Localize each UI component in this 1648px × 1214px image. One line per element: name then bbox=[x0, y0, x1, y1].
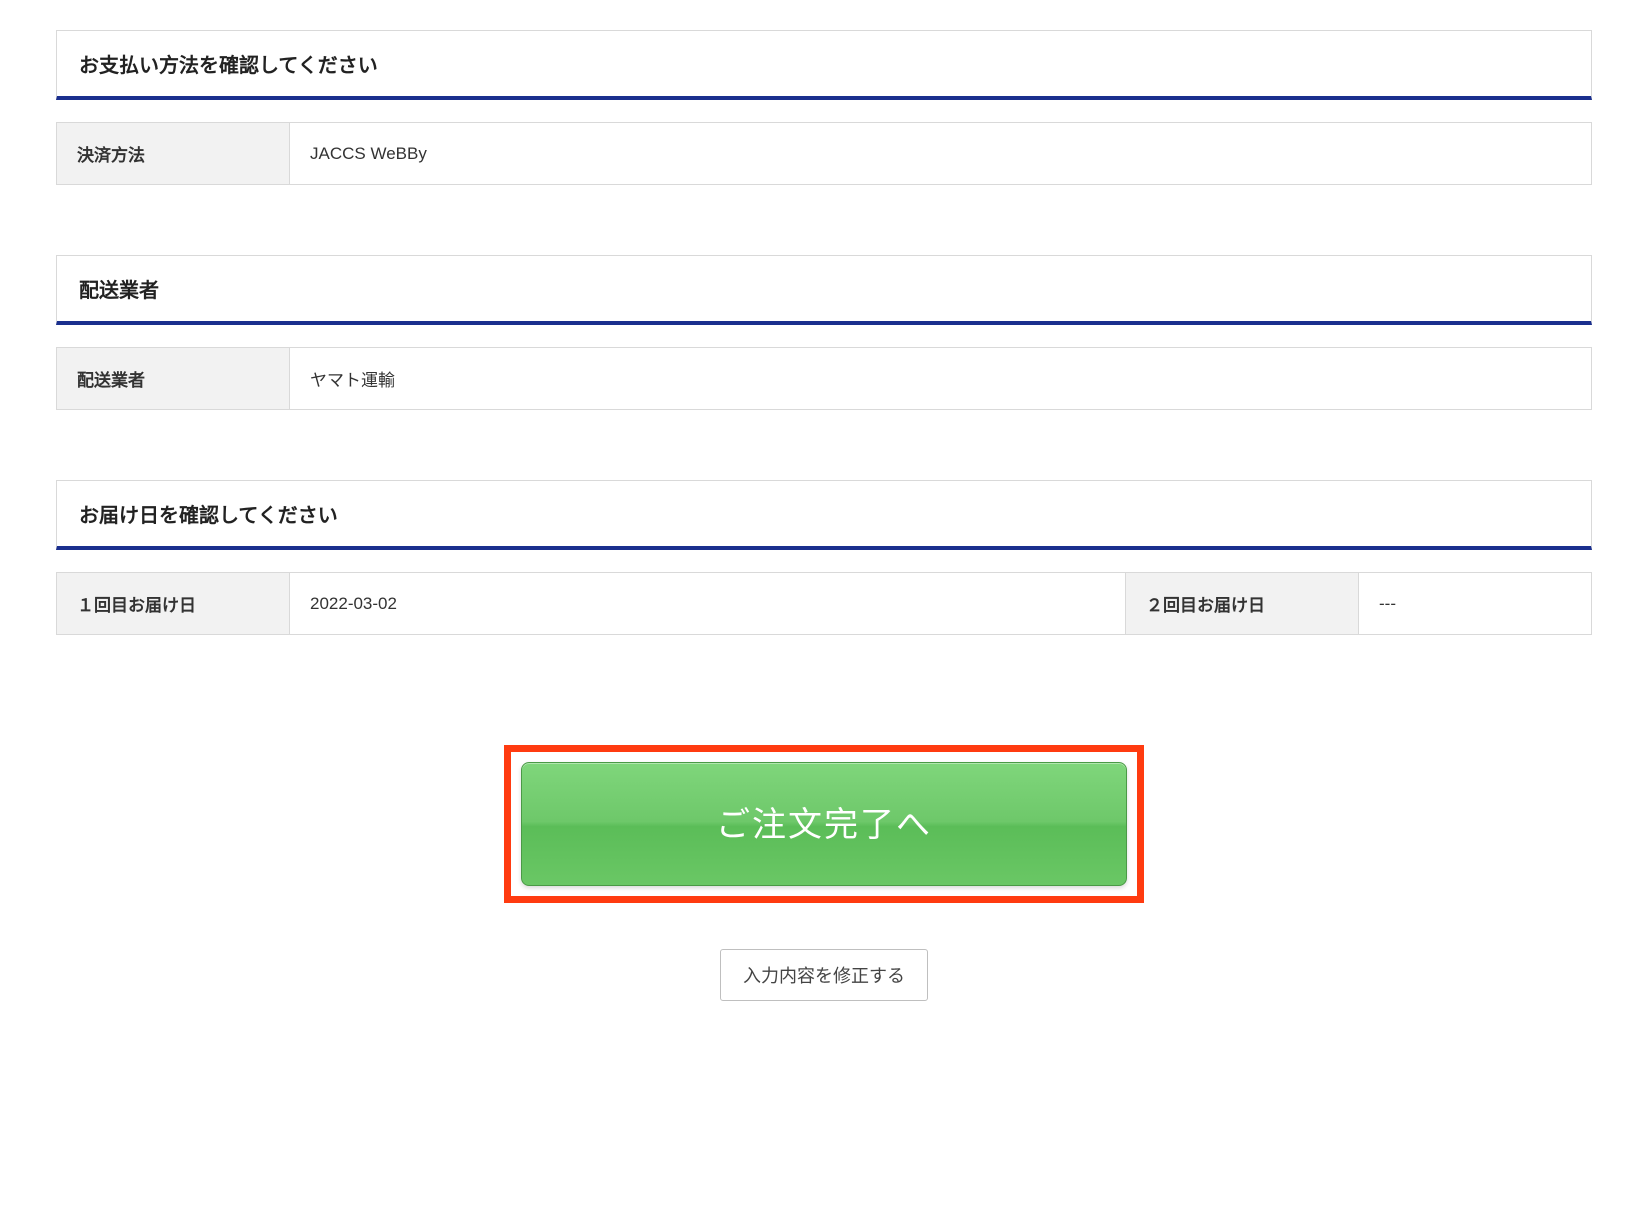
spacer bbox=[56, 185, 1592, 255]
payment-section-header: お支払い方法を確認してください bbox=[56, 30, 1592, 100]
payment-method-label: 決済方法 bbox=[57, 123, 290, 185]
primary-button-highlight: ご注文完了へ bbox=[504, 745, 1144, 903]
spacer bbox=[56, 550, 1592, 572]
spacer bbox=[56, 325, 1592, 347]
carrier-table: 配送業者 ヤマト運輸 bbox=[56, 347, 1592, 410]
carrier-value: ヤマト運輸 bbox=[290, 348, 1592, 410]
secondary-button-wrap: 入力内容を修正する bbox=[56, 949, 1592, 1001]
second-delivery-label: ２回目お届け日 bbox=[1126, 573, 1359, 635]
edit-input-button[interactable]: 入力内容を修正する bbox=[720, 949, 928, 1001]
payment-table: 決済方法 JACCS WeBBy bbox=[56, 122, 1592, 185]
delivery-section-header: お届け日を確認してください bbox=[56, 480, 1592, 550]
carrier-section-header: 配送業者 bbox=[56, 255, 1592, 325]
spacer bbox=[56, 410, 1592, 480]
carrier-label: 配送業者 bbox=[57, 348, 290, 410]
complete-order-button[interactable]: ご注文完了へ bbox=[521, 762, 1127, 886]
delivery-table: １回目お届け日 2022-03-02 ２回目お届け日 --- bbox=[56, 572, 1592, 635]
table-row: １回目お届け日 2022-03-02 ２回目お届け日 --- bbox=[57, 573, 1592, 635]
payment-method-value: JACCS WeBBy bbox=[290, 123, 1592, 185]
spacer bbox=[56, 100, 1592, 122]
table-row: 決済方法 JACCS WeBBy bbox=[57, 123, 1592, 185]
first-delivery-label: １回目お届け日 bbox=[57, 573, 290, 635]
table-row: 配送業者 ヤマト運輸 bbox=[57, 348, 1592, 410]
primary-button-wrap: ご注文完了へ bbox=[56, 745, 1592, 903]
first-delivery-value: 2022-03-02 bbox=[290, 573, 1126, 635]
second-delivery-value: --- bbox=[1359, 573, 1592, 635]
